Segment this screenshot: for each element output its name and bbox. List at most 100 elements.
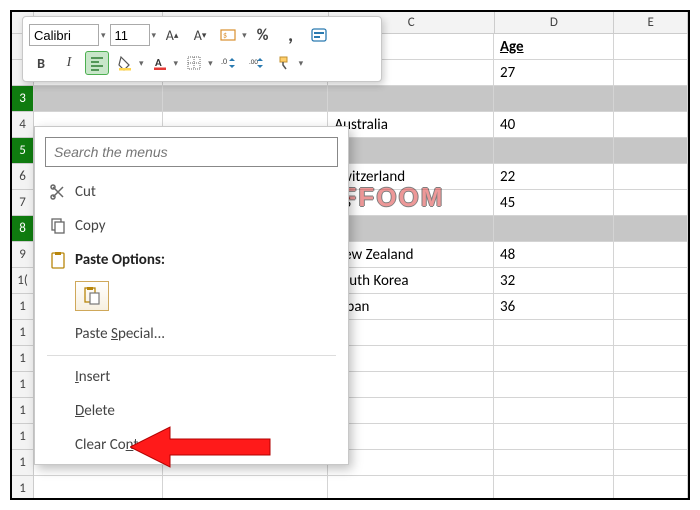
font-size-input[interactable] xyxy=(110,24,150,46)
cell[interactable] xyxy=(614,138,688,164)
cell[interactable] xyxy=(328,216,494,242)
format-painter-button[interactable] xyxy=(273,51,297,75)
percent-format-button[interactable]: % xyxy=(251,23,275,47)
row-header[interactable]: 3 xyxy=(12,86,34,112)
cell[interactable] xyxy=(328,86,494,112)
decrease-font-button[interactable]: A▾ xyxy=(188,23,212,47)
cell[interactable] xyxy=(614,294,688,320)
italic-button[interactable]: I xyxy=(57,51,81,75)
cell[interactable] xyxy=(614,164,688,190)
cell[interactable] xyxy=(328,346,494,372)
cell[interactable] xyxy=(328,476,494,500)
cell[interactable] xyxy=(494,398,614,424)
cell[interactable] xyxy=(328,372,494,398)
row-header[interactable]: 8 xyxy=(12,216,34,242)
row-header[interactable]: 6 xyxy=(12,164,34,190)
cell[interactable] xyxy=(614,346,688,372)
cell[interactable]: US xyxy=(328,190,494,216)
cell[interactable] xyxy=(328,398,494,424)
cell[interactable] xyxy=(614,320,688,346)
fill-color-button[interactable] xyxy=(113,51,137,75)
cell[interactable] xyxy=(614,372,688,398)
cut-menuitem[interactable]: Cut xyxy=(35,175,348,209)
row-header[interactable]: 5 xyxy=(12,138,34,164)
cell[interactable] xyxy=(494,372,614,398)
cell[interactable]: 36 xyxy=(494,294,614,320)
table-row[interactable]: 1 xyxy=(12,476,688,500)
copy-menuitem[interactable]: Copy xyxy=(35,209,348,243)
cell[interactable] xyxy=(494,450,614,476)
row-header[interactable]: 7 xyxy=(12,190,34,216)
cell[interactable] xyxy=(494,216,614,242)
cell[interactable] xyxy=(494,476,614,500)
cell[interactable] xyxy=(163,86,329,112)
cell[interactable] xyxy=(494,86,614,112)
menu-search-input[interactable] xyxy=(45,137,338,167)
cell[interactable] xyxy=(494,346,614,372)
paste-button[interactable] xyxy=(75,281,109,311)
cell[interactable] xyxy=(614,34,688,60)
cell[interactable]: 27 xyxy=(494,60,614,86)
cell[interactable] xyxy=(328,138,494,164)
font-name-dropdown-icon[interactable]: ▾ xyxy=(101,30,106,41)
decrease-decimal-button[interactable]: .00 xyxy=(245,51,269,75)
cell[interactable] xyxy=(614,268,688,294)
col-header-e[interactable]: E xyxy=(614,12,688,34)
cell[interactable] xyxy=(614,216,688,242)
cell[interactable] xyxy=(614,112,688,138)
comma-format-button[interactable]: , xyxy=(279,23,303,47)
font-name-input[interactable] xyxy=(29,24,99,46)
cell[interactable] xyxy=(494,320,614,346)
cell[interactable] xyxy=(614,86,688,112)
cell[interactable] xyxy=(494,138,614,164)
cell[interactable]: South Korea xyxy=(328,268,494,294)
cell[interactable] xyxy=(614,450,688,476)
row-header[interactable]: 1( xyxy=(12,268,34,294)
bold-button[interactable]: B xyxy=(29,51,53,75)
cell[interactable] xyxy=(614,242,688,268)
cell[interactable] xyxy=(614,60,688,86)
cell[interactable]: 45 xyxy=(494,190,614,216)
row-header[interactable]: 1 xyxy=(12,450,34,476)
font-color-button[interactable]: A xyxy=(148,51,172,75)
cell[interactable]: Japan xyxy=(328,294,494,320)
cell[interactable]: 48 xyxy=(494,242,614,268)
borders-button[interactable] xyxy=(182,51,206,75)
row-header[interactable]: 1 xyxy=(12,424,34,450)
row-header[interactable]: 1 xyxy=(12,476,34,500)
cell[interactable]: Australia xyxy=(328,112,494,138)
cell[interactable]: Switzerland xyxy=(328,164,494,190)
increase-font-button[interactable]: A▴ xyxy=(160,23,184,47)
cell[interactable]: 40 xyxy=(494,112,614,138)
cell[interactable] xyxy=(614,424,688,450)
cell[interactable] xyxy=(614,190,688,216)
increase-decimal-button[interactable]: .0 xyxy=(217,51,241,75)
cell[interactable] xyxy=(614,476,688,500)
cell[interactable]: Age xyxy=(494,34,614,60)
cell[interactable] xyxy=(328,424,494,450)
conditional-format-button[interactable] xyxy=(307,23,331,47)
col-header-d[interactable]: D xyxy=(495,12,615,34)
row-header[interactable]: 1 xyxy=(12,398,34,424)
font-size-dropdown-icon[interactable]: ▾ xyxy=(152,30,157,41)
insert-menuitem[interactable]: Insert xyxy=(35,360,348,394)
row-header[interactable]: 1 xyxy=(12,320,34,346)
row-header[interactable]: 9 xyxy=(12,242,34,268)
cell[interactable] xyxy=(614,398,688,424)
cell[interactable] xyxy=(34,86,163,112)
cell[interactable]: 22 xyxy=(494,164,614,190)
cell[interactable] xyxy=(328,320,494,346)
cell[interactable] xyxy=(34,476,163,500)
row-header[interactable]: 1 xyxy=(12,346,34,372)
accounting-format-button[interactable]: $ xyxy=(216,23,240,47)
row-header[interactable]: 4 xyxy=(12,112,34,138)
paste-special-menuitem[interactable]: Paste Special... xyxy=(35,317,348,351)
cell[interactable] xyxy=(163,476,329,500)
cell[interactable] xyxy=(328,450,494,476)
cell[interactable]: New Zealand xyxy=(328,242,494,268)
cell[interactable] xyxy=(494,424,614,450)
row-header[interactable]: 1 xyxy=(12,372,34,398)
cell[interactable]: 32 xyxy=(494,268,614,294)
align-left-button[interactable] xyxy=(85,51,109,75)
table-row[interactable]: 3 xyxy=(12,86,688,112)
